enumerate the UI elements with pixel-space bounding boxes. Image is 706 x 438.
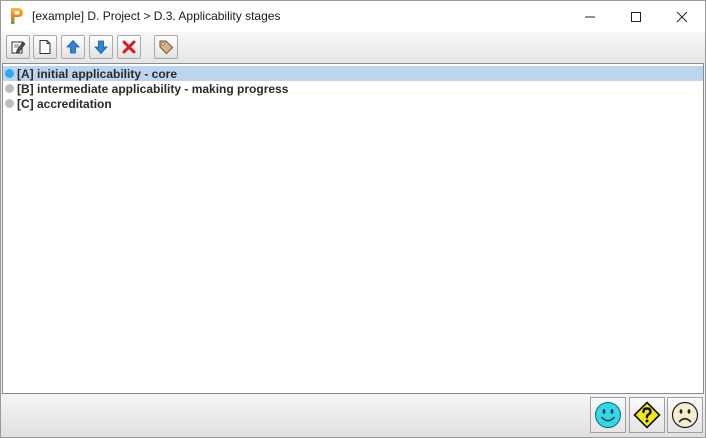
status-dot-icon — [5, 69, 14, 78]
status-dot-icon — [5, 84, 14, 93]
arrow-down-icon — [94, 40, 108, 55]
question-sign-icon — [633, 401, 661, 429]
close-button[interactable] — [659, 1, 705, 32]
application-window: [example] D. Project > D.3. Applicabilit… — [0, 0, 706, 438]
close-icon — [676, 11, 688, 22]
list-item-b[interactable]: [B] intermediate applicability - making … — [3, 81, 703, 96]
minimize-button[interactable] — [567, 1, 613, 32]
tag-icon — [159, 40, 174, 55]
list-item-c[interactable]: [C] accreditation — [3, 96, 703, 111]
stages-list[interactable]: [A] initial applicability - core [B] int… — [2, 63, 704, 394]
edit-button[interactable] — [6, 35, 30, 59]
new-document-icon — [39, 40, 51, 54]
sad-face-icon — [671, 401, 699, 429]
maximize-button[interactable] — [613, 1, 659, 32]
window-title: [example] D. Project > D.3. Applicabilit… — [32, 9, 281, 23]
toolbar — [1, 32, 705, 63]
new-button[interactable] — [33, 35, 57, 59]
list-item-label: [A] initial applicability - core — [17, 67, 178, 81]
tag-button[interactable] — [154, 35, 178, 59]
move-down-button[interactable] — [89, 35, 113, 59]
minimize-icon — [585, 16, 595, 17]
title-bar[interactable]: [example] D. Project > D.3. Applicabilit… — [1, 1, 705, 32]
move-up-button[interactable] — [61, 35, 85, 59]
maximize-icon — [631, 11, 641, 22]
list-item-label: [B] intermediate applicability - making … — [17, 82, 289, 96]
status-dot-icon — [5, 99, 14, 108]
ok-button[interactable] — [590, 397, 626, 433]
happy-face-icon — [595, 402, 621, 428]
delete-x-icon — [122, 40, 136, 54]
arrow-up-icon — [66, 39, 80, 54]
cancel-button[interactable] — [667, 397, 703, 433]
list-item-a[interactable]: [A] initial applicability - core — [3, 66, 703, 81]
bottom-bar — [1, 395, 705, 437]
list-item-label: [C] accreditation — [17, 97, 112, 111]
help-button[interactable] — [629, 397, 665, 433]
edit-icon — [11, 41, 26, 54]
app-logo-icon — [11, 8, 23, 24]
delete-button[interactable] — [117, 35, 141, 59]
